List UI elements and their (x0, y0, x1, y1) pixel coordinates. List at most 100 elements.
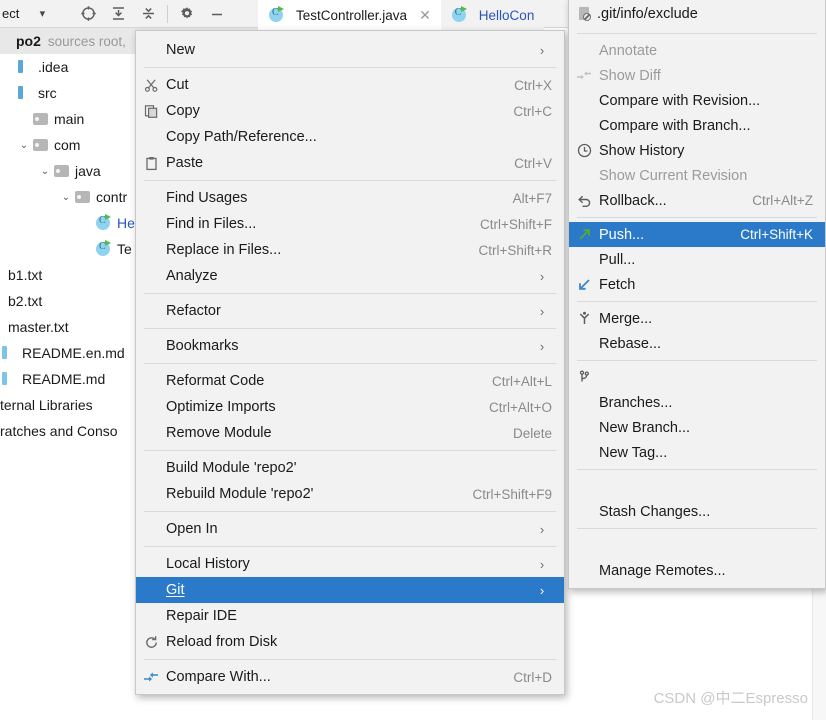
settings-gear-icon[interactable] (172, 1, 202, 27)
menu-item-bookmarks[interactable]: Bookmarks › (136, 333, 564, 359)
menu-item-label: Optimize Imports (166, 399, 276, 415)
menu-separator (577, 528, 817, 529)
menu-item-label: Reformat Code (166, 373, 265, 389)
menu-item-rebuild-module[interactable]: Rebuild Module 'repo2' Ctrl+Shift+F9 (136, 481, 564, 507)
tree-item-label: README.md (22, 371, 106, 387)
menu-item-label: Bookmarks (166, 338, 239, 354)
menu-item-find-in-files[interactable]: Find in Files... Ctrl+Shift+F (136, 211, 564, 237)
menu-item-build-module[interactable]: Build Module 'repo2' (136, 455, 564, 481)
menu-item-label: Refactor (166, 303, 221, 319)
menu-item-shortcut: Ctrl+Alt+L (491, 373, 552, 389)
menu-item-new[interactable]: New › (136, 37, 564, 63)
chevron-right-icon: › (539, 521, 545, 537)
tree-item-label: com (54, 137, 81, 153)
git-menu-item-merge[interactable]: Merge... (569, 306, 825, 331)
menu-item-compare-with[interactable]: Compare With... Ctrl+D (136, 664, 564, 690)
git-menu-item-branches[interactable] (569, 365, 825, 390)
menu-item-label: Reload from Disk (166, 634, 278, 650)
menu-item-shortcut: Ctrl+D (513, 669, 552, 685)
menu-item-label: Find Usages (166, 190, 248, 206)
menu-item-shortcut: Ctrl+Alt+O (488, 399, 552, 415)
menu-item-analyze[interactable]: Analyze › (136, 263, 564, 289)
git-menu-item-rebase[interactable]: Rebase... (569, 331, 825, 356)
git-menu-item-unstash-changes[interactable]: Stash Changes... (569, 499, 825, 524)
menu-item-repair-ide[interactable]: Repair IDE (136, 603, 564, 629)
reload-icon (136, 635, 166, 650)
git-menu-item-reset-head[interactable]: New Tag... (569, 440, 825, 465)
git-menu-item-compare-revision[interactable]: Compare with Revision... (569, 88, 825, 113)
menu-item-optimize-imports[interactable]: Optimize Imports Ctrl+Alt+O (136, 394, 564, 420)
git-menu-item-pull[interactable]: Pull... (569, 247, 825, 272)
menu-item-reload-from-disk[interactable]: Reload from Disk (136, 629, 564, 655)
git-menu-item-show-history[interactable]: Show History (569, 138, 825, 163)
menu-separator (577, 360, 817, 361)
push-icon (569, 227, 599, 242)
menu-item-refactor[interactable]: Refactor › (136, 298, 564, 324)
tree-item-label: java (75, 163, 101, 179)
tree-item-label: b2.txt (8, 293, 43, 309)
menu-item-label: Pull... (599, 251, 636, 268)
git-submenu-header-label: .git/info/exclude (597, 6, 698, 22)
chevron-right-icon: › (539, 268, 545, 284)
menu-item-copy[interactable]: Copy Ctrl+C (136, 98, 564, 124)
menu-item-local-history[interactable]: Local History › (136, 551, 564, 577)
module-bar-icon (0, 345, 18, 361)
menu-item-copy-path[interactable]: Copy Path/Reference... (136, 124, 564, 150)
tree-item-suffix: sources root, (47, 33, 126, 49)
menu-item-git[interactable]: Git › (136, 577, 564, 603)
menu-item-label: New Tag... (599, 444, 668, 461)
menu-item-shortcut: Delete (512, 425, 552, 441)
menu-item-replace-in-files[interactable]: Replace in Files... Ctrl+Shift+R (136, 237, 564, 263)
chevron-down-icon[interactable]: ⌄ (37, 166, 53, 177)
chevron-down-icon[interactable]: ⌄ (16, 140, 32, 151)
menu-item-label: Build Module 'repo2' (166, 460, 297, 476)
menu-item-label: Fetch (599, 276, 636, 293)
git-menu-item-rollback[interactable]: Rollback... Ctrl+Alt+Z (569, 188, 825, 213)
chevron-down-icon[interactable]: ▾ (33, 7, 51, 20)
git-menu-item-push[interactable]: Push... Ctrl+Shift+K (569, 222, 825, 247)
panel-title: ect (2, 6, 20, 21)
git-menu-item-stash-changes[interactable] (569, 474, 825, 499)
menu-item-label: Merge... (599, 310, 653, 327)
collapse-all-icon[interactable] (133, 1, 163, 27)
git-menu-item-annotate[interactable]: Annotate (569, 38, 825, 63)
chevron-down-icon[interactable]: ⌄ (58, 192, 74, 203)
locate-icon[interactable] (73, 1, 103, 27)
menu-item-label: Push... (599, 226, 645, 243)
git-menu-item-manage-remotes[interactable] (569, 533, 825, 558)
git-submenu: .git/info/exclude Annotate Show Diff Com… (568, 0, 826, 589)
git-menu-item-new-branch[interactable]: Branches... (569, 390, 825, 415)
java-class-icon (268, 6, 286, 23)
tree-item-label: ternal Libraries (0, 397, 93, 413)
git-menu-item-clone[interactable]: Manage Remotes... (569, 558, 825, 583)
menu-item-label: Rebase... (599, 335, 662, 352)
close-icon[interactable]: ✕ (419, 7, 431, 24)
menu-item-reformat-code[interactable]: Reformat Code Ctrl+Alt+L (136, 368, 564, 394)
git-submenu-header: .git/info/exclude (569, 0, 825, 29)
menu-item-cut[interactable]: Cut Ctrl+X (136, 72, 564, 98)
menu-item-find-usages[interactable]: Find Usages Alt+F7 (136, 185, 564, 211)
git-menu-item-fetch[interactable]: Fetch (569, 272, 825, 297)
menu-separator (144, 659, 556, 660)
git-menu-item-show-current-revision[interactable]: Show Current Revision (569, 163, 825, 188)
git-menu-item-new-tag[interactable]: New Branch... (569, 415, 825, 440)
expand-all-icon[interactable] (103, 1, 133, 27)
menu-item-label: Annotate (599, 42, 658, 59)
show-diff-icon (569, 69, 599, 83)
git-menu-item-compare-branch[interactable]: Compare with Branch... (569, 113, 825, 138)
tab-label: HelloCon (478, 7, 535, 23)
menu-item-label: Manage Remotes... (599, 562, 726, 579)
menu-item-remove-module[interactable]: Remove Module Delete (136, 420, 564, 446)
git-menu-item-show-diff[interactable]: Show Diff (569, 63, 825, 88)
tab-hellocontroller[interactable]: HelloCon (440, 0, 545, 30)
tab-testcontroller[interactable]: TestController.java ✕ (258, 0, 441, 30)
menu-item-label: Find in Files... (166, 216, 257, 232)
menu-item-label: Show Diff (599, 67, 661, 84)
menu-separator (144, 180, 556, 181)
menu-item-open-in[interactable]: Open In › (136, 516, 564, 542)
menu-item-label: Open In (166, 521, 218, 537)
merge-icon (569, 311, 599, 326)
module-bar-icon (16, 59, 34, 75)
hide-panel-icon[interactable] (202, 1, 232, 27)
menu-item-paste[interactable]: Paste Ctrl+V (136, 150, 564, 176)
